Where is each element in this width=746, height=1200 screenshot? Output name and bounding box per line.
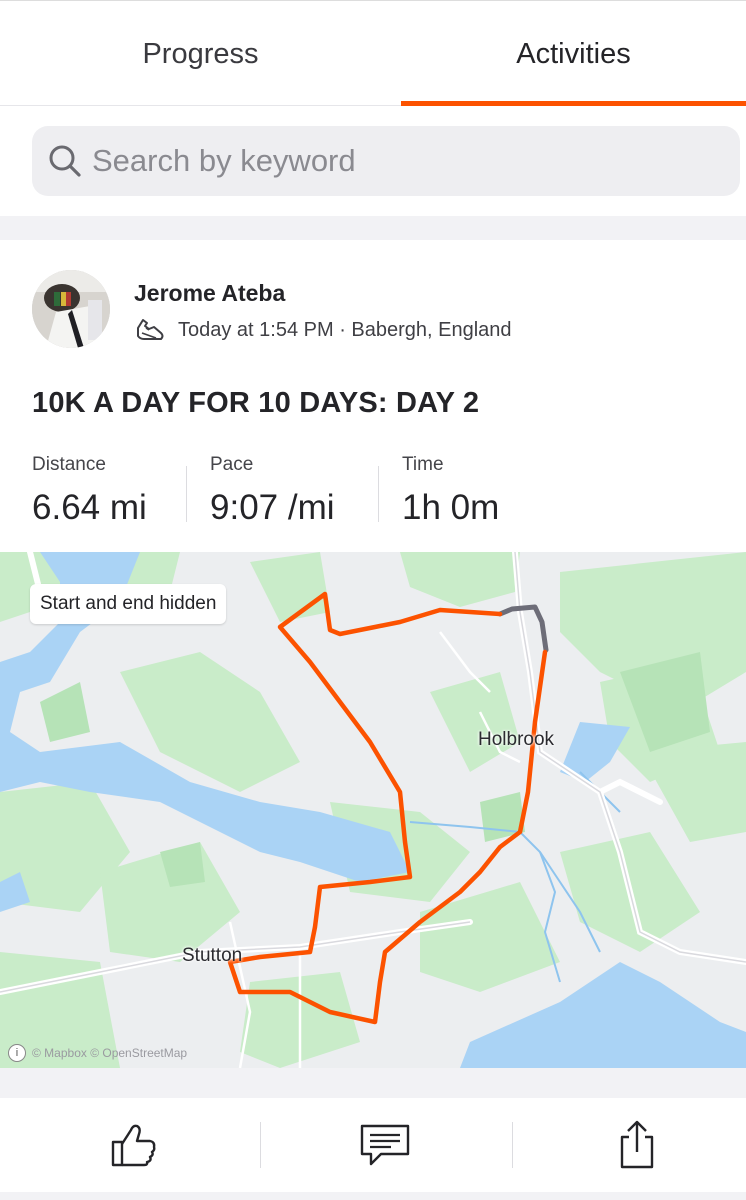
stat-time: Time 1h 0m bbox=[402, 452, 499, 532]
activity-stats: Distance 6.64 mi Pace 9:07 /mi Time 1h 0… bbox=[32, 452, 722, 532]
stat-label: Pace bbox=[210, 454, 254, 475]
activity-meta-text: Today at 1:54 PM · Babergh, England bbox=[178, 318, 512, 341]
athlete-name[interactable]: Jerome Ateba bbox=[134, 280, 285, 307]
place-label-holbrook: Holbrook bbox=[478, 729, 555, 750]
activity-meta: Today at 1:54 PM · Babergh, England bbox=[134, 316, 512, 344]
activity-card[interactable]: Jerome Ateba Today at 1:54 PM · Babergh,… bbox=[0, 240, 746, 1068]
stat-value: 1h 0m bbox=[402, 488, 500, 527]
activity-title[interactable]: 10K A DAY FOR 10 DAYS: DAY 2 bbox=[32, 387, 479, 420]
search-input[interactable] bbox=[92, 126, 692, 196]
bottom-spacer bbox=[0, 1192, 746, 1200]
running-shoe-icon bbox=[137, 319, 164, 340]
search-box[interactable] bbox=[32, 126, 740, 196]
comment-button[interactable] bbox=[261, 1098, 509, 1192]
search-bar-container bbox=[0, 106, 746, 216]
privacy-badge: Start and end hidden bbox=[30, 584, 227, 624]
thumbs-up-icon bbox=[111, 1124, 156, 1167]
stat-value: 6.64 mi bbox=[32, 488, 147, 527]
place-label-stutton: Stutton bbox=[182, 945, 243, 966]
stat-value: 9:07 /mi bbox=[210, 488, 335, 527]
comment-icon bbox=[360, 1124, 410, 1166]
section-spacer bbox=[0, 216, 746, 240]
stat-pace: Pace 9:07 /mi bbox=[210, 452, 335, 532]
stat-divider bbox=[378, 466, 379, 522]
section-spacer bbox=[0, 1068, 746, 1098]
kudos-button[interactable] bbox=[10, 1098, 258, 1192]
stat-divider bbox=[186, 466, 187, 522]
stat-label: Distance bbox=[32, 454, 106, 475]
tab-bar: Progress Activities bbox=[0, 0, 746, 106]
activity-actions bbox=[0, 1098, 746, 1192]
share-icon bbox=[620, 1120, 654, 1169]
map-attribution[interactable]: i © Mapbox © OpenStreetMap bbox=[8, 1044, 187, 1062]
stat-distance: Distance 6.64 mi bbox=[32, 452, 147, 532]
tab-progress[interactable]: Progress bbox=[28, 1, 373, 107]
avatar-photo bbox=[32, 270, 110, 348]
stat-label: Time bbox=[402, 454, 444, 475]
avatar[interactable] bbox=[32, 270, 110, 348]
share-button[interactable] bbox=[513, 1098, 746, 1192]
info-icon[interactable]: i bbox=[8, 1044, 26, 1062]
map-graphic bbox=[0, 552, 746, 1068]
attribution-text: © Mapbox © OpenStreetMap bbox=[32, 1046, 188, 1060]
route-map[interactable]: Start and end hidden Holbrook Stutton i … bbox=[0, 552, 746, 1068]
search-icon bbox=[49, 145, 81, 177]
tab-activities[interactable]: Activities bbox=[401, 1, 746, 107]
